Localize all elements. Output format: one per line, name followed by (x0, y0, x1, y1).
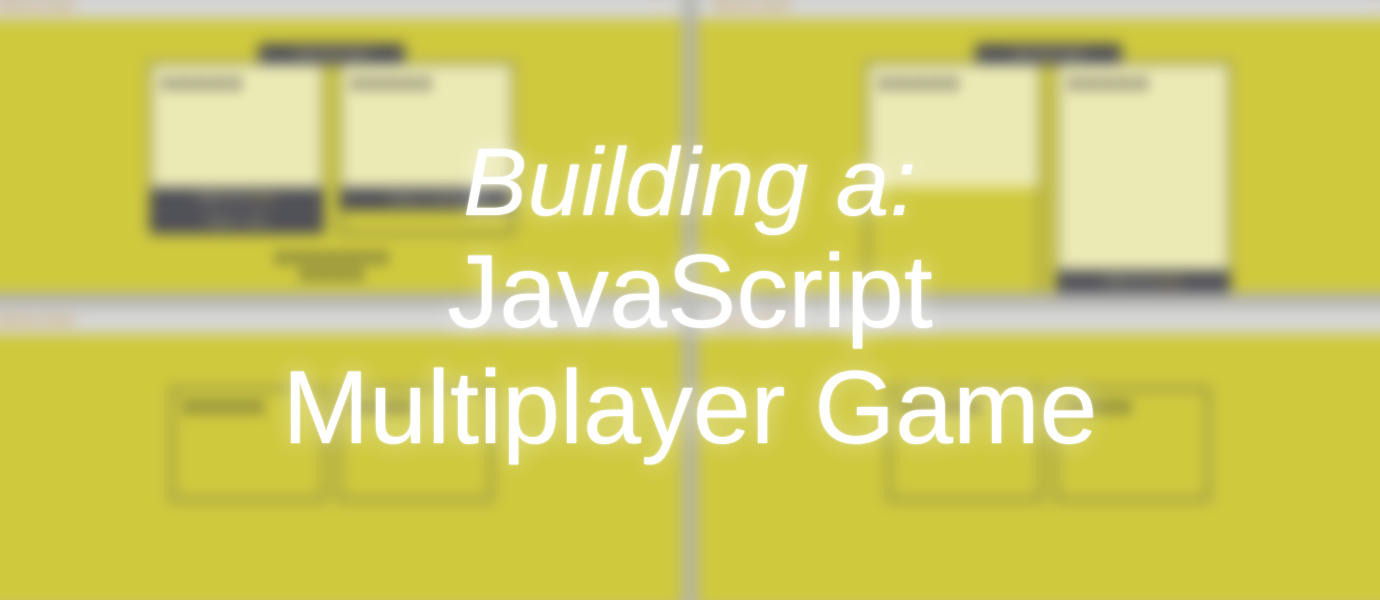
player-card-1 (866, 62, 1041, 294)
mini-cards-row (888, 388, 1209, 501)
mini-card (171, 388, 325, 501)
window-titlebar: Memory Game ··· (0, 0, 683, 19)
player-card-1: Match it! Or pass Player 1: Alex (149, 62, 324, 234)
window-titlebar: Memory Game ··· (697, 0, 1380, 19)
card-well (151, 64, 322, 188)
card-well (1058, 64, 1229, 270)
cards-row: Match it! Or pass Player 1: Alex Player … (149, 62, 514, 234)
card-pips (902, 402, 1028, 412)
card-status: Match it! Or pass (1058, 270, 1229, 292)
board-area (697, 334, 1380, 526)
menu-dots: ··· (656, 0, 666, 11)
app-title: Memory Game (714, 0, 792, 12)
app-title: Memory Game (0, 314, 75, 326)
game-panel-top-left: Memory Game ··· Your turn now! Match it! (0, 0, 684, 294)
card-pips (352, 402, 478, 412)
floor-pips (270, 253, 394, 280)
card-pips (353, 79, 499, 89)
menu-dots: ··· (1373, 0, 1380, 11)
card-player-label: Player 2: Ashley (1058, 292, 1229, 294)
window-titlebar: Memory Game (697, 307, 1380, 334)
board-area (0, 334, 683, 526)
window-titlebar: Memory Game (0, 307, 683, 334)
player-card-2: Match it! Or pass Player 2: Ashley (1056, 62, 1231, 294)
mini-card (1055, 388, 1210, 501)
app-title: Memory Game (714, 314, 792, 326)
card-player-label: Player 1: Alex (151, 209, 322, 232)
card-pips (185, 402, 311, 412)
card-pips (164, 79, 310, 89)
card-pips (881, 79, 1027, 89)
turn-badge: Your turn now! (975, 44, 1122, 65)
game-panel-bottom-right: Memory Game (696, 306, 1380, 600)
card-well (341, 64, 512, 188)
card-well (868, 64, 1039, 188)
game-panel-bottom-left: Memory Game (0, 306, 684, 600)
board-area: Your turn now! Match it! Or pass Player … (0, 19, 683, 294)
turn-badge: Your turn now! (258, 44, 405, 65)
cards-row: Match it! Or pass Player 2: Ashley (866, 62, 1231, 294)
player-card-2: Player 2: Ashley (339, 62, 514, 234)
card-pips (1070, 79, 1216, 89)
board-area: Your turn now! (697, 19, 1380, 294)
card-pips (1069, 402, 1195, 412)
mini-card (338, 388, 493, 501)
blurred-background: Memory Game ··· Your turn now! Match it! (0, 0, 1380, 600)
mini-cards-row (171, 388, 492, 501)
card-status: Match it! Or pass (151, 188, 322, 210)
panel-grid: Memory Game ··· Your turn now! Match it! (0, 0, 1380, 600)
mini-card (888, 388, 1043, 501)
card-player-label: Player 2: Ashley (341, 188, 512, 211)
game-panel-top-right: Memory Game ··· Your turn now! (696, 0, 1380, 294)
app-title: Memory Game (0, 0, 75, 12)
